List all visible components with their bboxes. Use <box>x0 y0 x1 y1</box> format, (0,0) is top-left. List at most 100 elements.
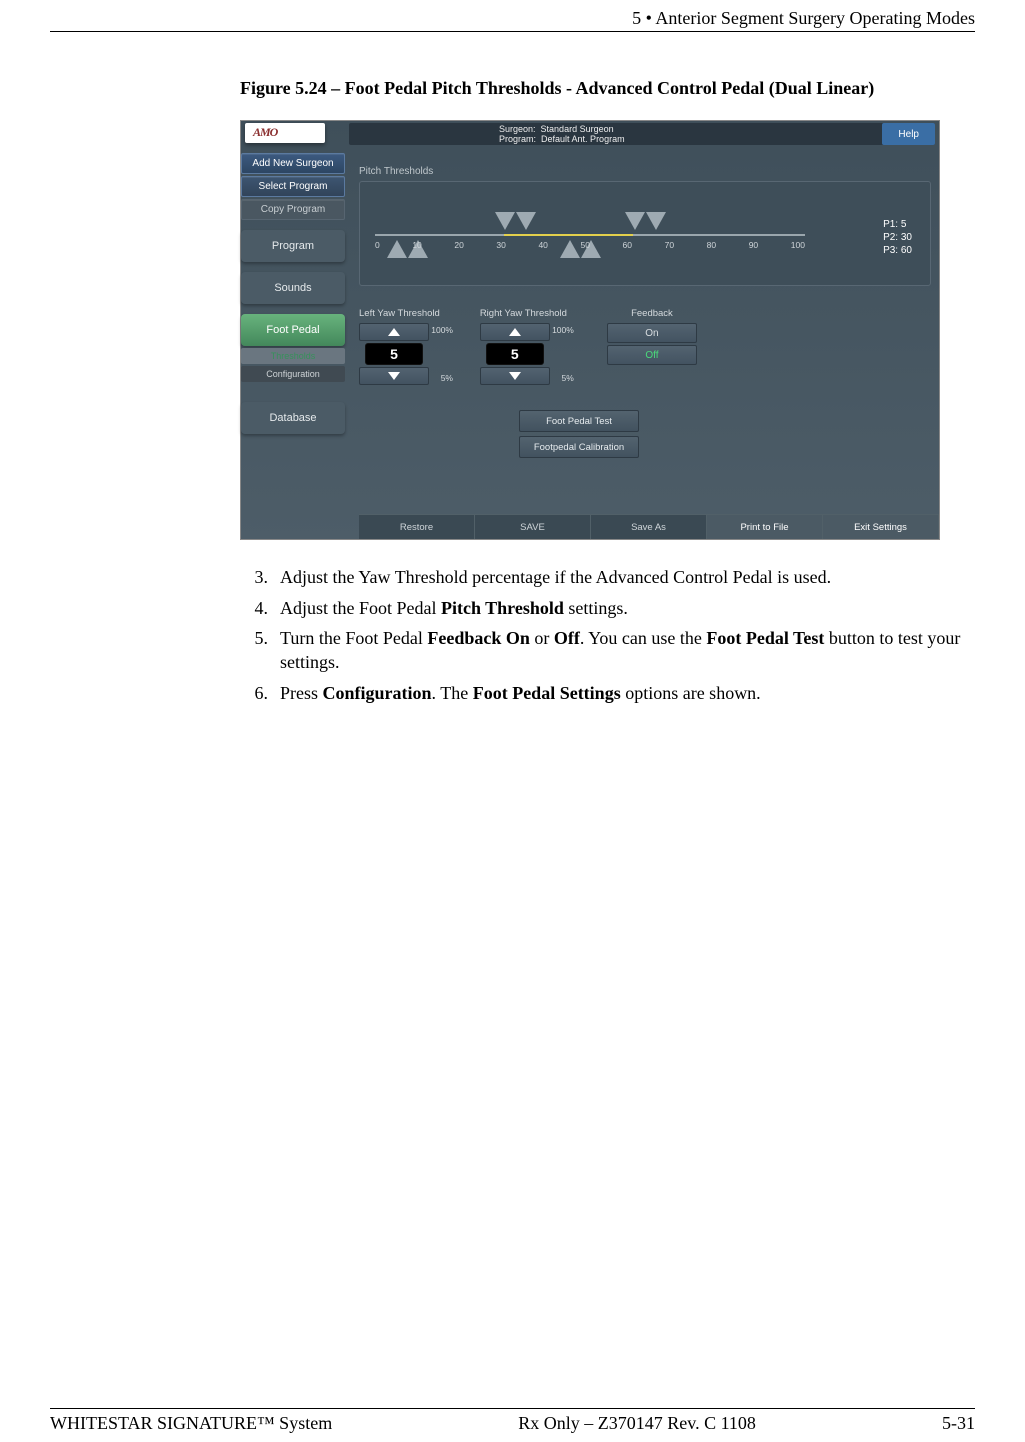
foot-pedal-test-button[interactable]: Foot Pedal Test <box>519 410 639 432</box>
right-yaw-max: 100% <box>552 325 574 335</box>
left-yaw-decrease-button[interactable] <box>359 367 429 385</box>
pitch-thresholds-title: Pitch Thresholds <box>359 166 931 177</box>
instruction-step-6: 6. Press Configuration. The Foot Pedal S… <box>240 681 975 705</box>
tick-label: 70 <box>665 240 674 250</box>
pitch-marker-top-p3[interactable] <box>625 212 666 230</box>
instruction-step-4: 4. Adjust the Foot Pedal Pitch Threshold… <box>240 596 975 620</box>
subtab-configuration[interactable]: Configuration <box>241 366 345 382</box>
program-label: Program: <box>499 134 536 144</box>
exit-settings-button[interactable]: Exit Settings <box>823 515 939 539</box>
subtab-thresholds[interactable]: Thresholds <box>241 348 345 364</box>
top-bar: Surgeon: Standard Surgeon Program: Defau… <box>349 123 935 145</box>
pitch-ticks: 0 10 20 30 40 50 60 70 80 90 100 <box>375 240 805 250</box>
readout-p3: P3: 60 <box>883 244 912 257</box>
help-button[interactable]: Help <box>882 123 935 145</box>
mid-buttons: Foot Pedal Test Footpedal Calibration <box>519 410 639 458</box>
restore-button[interactable]: Restore <box>359 515 475 539</box>
surgeon-value: Standard Surgeon <box>541 124 614 134</box>
tick-label: 50 <box>581 240 590 250</box>
figure-caption-title: Foot Pedal Pitch Thresholds - Advanced C… <box>345 78 875 98</box>
bottom-bar: Restore SAVE Save As Print to File Exit … <box>359 514 939 539</box>
footer-left: WHITESTAR SIGNATURE™ System <box>50 1413 332 1434</box>
step-text-bold: Configuration <box>323 683 432 703</box>
tick-label: 0 <box>375 240 380 250</box>
tab-foot-pedal[interactable]: Foot Pedal <box>241 314 345 346</box>
tab-sounds[interactable]: Sounds <box>241 272 345 304</box>
feedback-label: Feedback <box>607 308 697 319</box>
step-text-part: . You can use the <box>580 628 707 648</box>
triangle-down-icon <box>625 212 645 230</box>
step-text: Adjust the Foot Pedal Pitch Threshold se… <box>280 596 628 620</box>
step-text-part: options are shown. <box>621 683 761 703</box>
left-yaw-control: Left Yaw Threshold 100% 5 5% <box>359 308 440 385</box>
tick-label: 40 <box>538 240 547 250</box>
step-text-part: Adjust the Foot Pedal <box>280 598 441 618</box>
step-number: 4. <box>240 596 280 620</box>
tick-label: 100 <box>791 240 805 250</box>
step-text-bold: Pitch Threshold <box>441 598 564 618</box>
pitch-readout: P1: 5 P2: 30 P3: 60 <box>883 218 912 257</box>
main-panel: Pitch Thresholds <box>359 166 931 509</box>
right-yaw-min: 5% <box>562 373 574 383</box>
instruction-list: 3. Adjust the Yaw Threshold percentage i… <box>240 565 975 704</box>
tick-label: 80 <box>707 240 716 250</box>
footpedal-calibration-button[interactable]: Footpedal Calibration <box>519 436 639 458</box>
feedback-toggle: On Off <box>607 323 697 365</box>
step-text-bold: Foot Pedal Test <box>706 628 824 648</box>
page-footer: WHITESTAR SIGNATURE™ System Rx Only – Z3… <box>50 1408 975 1434</box>
figure-caption-prefix: Figure 5.24 – <box>240 78 345 98</box>
left-yaw-increase-button[interactable] <box>359 323 429 341</box>
sidebar: Add New Surgeon Select Program Copy Prog… <box>241 153 345 434</box>
save-as-button[interactable]: Save As <box>591 515 707 539</box>
step-text: Adjust the Yaw Threshold percentage if t… <box>280 565 831 589</box>
feedback-control: Feedback On Off <box>607 308 697 385</box>
figure-caption: Figure 5.24 – Foot Pedal Pitch Threshold… <box>240 77 975 100</box>
tick-label: 10 <box>412 240 421 250</box>
right-yaw-increase-button[interactable] <box>480 323 550 341</box>
tab-database[interactable]: Database <box>241 402 345 434</box>
feedback-on-button[interactable]: On <box>607 323 697 343</box>
instruction-step-3: 3. Adjust the Yaw Threshold percentage i… <box>240 565 975 589</box>
triangle-down-icon <box>646 212 666 230</box>
triangle-down-icon <box>495 212 515 230</box>
select-program-button[interactable]: Select Program <box>241 176 345 197</box>
pitch-thresholds-box: 0 10 20 30 40 50 60 70 80 90 100 P1: 5 <box>359 181 931 286</box>
copy-program-button[interactable]: Copy Program <box>241 199 345 220</box>
chevron-down-icon <box>388 372 400 380</box>
screenshot-figure: AMO Surgeon: Standard Surgeon Program: D… <box>240 120 940 540</box>
left-yaw-max: 100% <box>431 325 453 335</box>
instruction-step-5: 5. Turn the Foot Pedal Feedback On or Of… <box>240 626 975 675</box>
step-text-bold: Foot Pedal Settings <box>473 683 621 703</box>
surgeon-label: Surgeon: <box>499 124 536 134</box>
running-head: 5 • Anterior Segment Surgery Operating M… <box>50 8 975 32</box>
controls-row: Left Yaw Threshold 100% 5 5% <box>359 308 931 385</box>
add-new-surgeon-button[interactable]: Add New Surgeon <box>241 153 345 174</box>
chevron-up-icon <box>388 328 400 336</box>
tick-label: 30 <box>496 240 505 250</box>
surgeon-program-info: Surgeon: Standard Surgeon Program: Defau… <box>349 124 882 144</box>
program-value: Default Ant. Program <box>541 134 625 144</box>
readout-p1: P1: 5 <box>883 218 912 231</box>
left-yaw-value: 5 <box>365 343 423 365</box>
step-text: Press Configuration. The Foot Pedal Sett… <box>280 681 761 705</box>
step-text-part: . The <box>432 683 473 703</box>
tab-program[interactable]: Program <box>241 230 345 262</box>
step-number: 6. <box>240 681 280 705</box>
print-to-file-button[interactable]: Print to File <box>707 515 823 539</box>
footer-center: Rx Only – Z370147 Rev. C 1108 <box>518 1413 756 1434</box>
save-button[interactable]: SAVE <box>475 515 591 539</box>
step-number: 3. <box>240 565 280 589</box>
chevron-down-icon <box>509 372 521 380</box>
brand-logo: AMO <box>245 123 325 143</box>
pitch-marker-top-p2[interactable] <box>495 212 536 230</box>
brand-logo-text: AMO <box>245 123 325 140</box>
right-yaw-decrease-button[interactable] <box>480 367 550 385</box>
right-yaw-value: 5 <box>486 343 544 365</box>
step-number: 5. <box>240 626 280 675</box>
right-yaw-label: Right Yaw Threshold <box>480 308 567 319</box>
tick-label: 60 <box>623 240 632 250</box>
step-text-part: Press <box>280 683 323 703</box>
right-yaw-stepper: 100% 5 5% <box>480 323 550 385</box>
feedback-off-button[interactable]: Off <box>607 345 697 365</box>
tick-label: 90 <box>749 240 758 250</box>
